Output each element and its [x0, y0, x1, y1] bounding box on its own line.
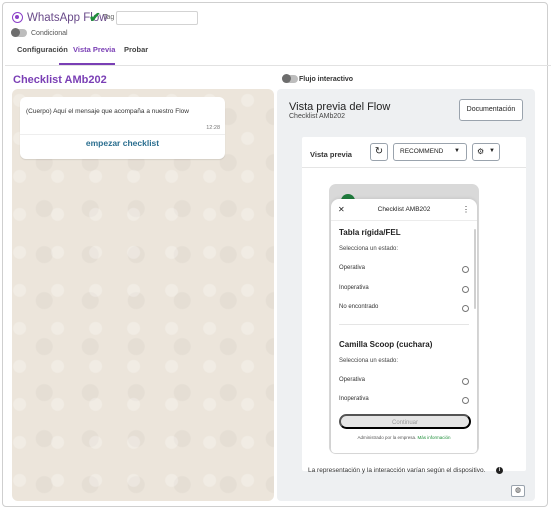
device-footnote: La representación y la interacción varía…: [308, 467, 486, 474]
tabs-divider: [5, 65, 551, 66]
start-checklist-button[interactable]: empezar checklist: [20, 138, 225, 148]
card-divider: [302, 167, 526, 168]
option-label: Operativa: [339, 377, 366, 383]
preview-title: Vista previa del Flow: [289, 101, 391, 113]
page-title: Checklist AMb202: [13, 74, 107, 86]
option-label: Operativa: [339, 265, 366, 271]
radio-button[interactable]: [462, 397, 469, 404]
message-text: (Cuerpo) Aquí el mensaje que acompaña a …: [26, 108, 189, 115]
scrollbar[interactable]: [474, 229, 476, 309]
check-icon: ✔: [89, 9, 101, 25]
interactive-flow-toggle[interactable]: [282, 74, 298, 83]
more-info-link[interactable]: Más información: [418, 435, 451, 440]
question-divider: [339, 324, 469, 325]
chevron-down-icon: ▼: [489, 148, 495, 154]
flow-sheet: ✕ Checklist AMB202 ⋮ Tabla rígida/FEL Se…: [331, 199, 477, 453]
settings-button[interactable]: ⚙ ▼: [472, 143, 500, 161]
interactive-flow-label: Flujo interactivo: [299, 76, 354, 83]
globe-icon: ◍: [514, 487, 522, 494]
mode-select-value: RECOMMEND: [400, 148, 444, 155]
option-label: Inoperativa: [339, 285, 369, 291]
preview-card: Vista previa ↻ RECOMMEND ▼ ⚙ ▼ ✕ Checkli…: [302, 137, 526, 471]
question-prompt: Selecciona un estado:: [339, 246, 399, 252]
flow-preview-panel: Vista previa del Flow Checklist AMb202 D…: [277, 89, 535, 501]
refresh-icon: ↻: [374, 146, 384, 157]
question-prompt: Selecciona un estado:: [339, 358, 399, 364]
radio-option[interactable]: Operativa: [339, 377, 471, 387]
managed-notice: Administrado por la empresa. Más informa…: [331, 435, 477, 440]
mode-select[interactable]: RECOMMEND ▼: [393, 143, 467, 161]
refresh-button[interactable]: ↻: [370, 143, 388, 161]
documentation-button[interactable]: Documentación: [459, 99, 523, 121]
gear-icon: ⚙: [477, 147, 485, 156]
tab-probar[interactable]: Probar: [124, 45, 148, 54]
more-menu-icon[interactable]: ⋮: [462, 205, 470, 214]
conditional-label: Condicional: [31, 30, 68, 37]
managed-text: Administrado por la empresa.: [357, 435, 417, 440]
radio-option[interactable]: Inoperativa: [339, 396, 471, 406]
option-label: Inoperativa: [339, 396, 369, 402]
chat-preview-panel: (Cuerpo) Aquí el mensaje que acompaña a …: [12, 89, 274, 501]
message-time: 12:28: [206, 125, 220, 131]
radio-option[interactable]: Inoperativa: [339, 285, 471, 295]
bubble-divider: [20, 134, 225, 135]
whatsapp-icon: [12, 12, 23, 23]
tag-label: Tag: [103, 14, 115, 21]
radio-button[interactable]: [462, 286, 469, 293]
preview-card-label: Vista previa: [310, 150, 352, 159]
tab-vista-previa[interactable]: Vista Previa: [73, 45, 115, 54]
question-title: Camilla Scoop (cuchara): [339, 340, 433, 349]
chevron-down-icon: ▼: [454, 148, 460, 154]
question-title: Tabla rígida/FEL: [339, 228, 401, 237]
radio-option[interactable]: Operativa: [339, 265, 471, 275]
app-frame: WhatsApp Flow ✔ Tag Condicional Configur…: [2, 2, 551, 507]
continue-button[interactable]: Continuar: [339, 414, 471, 429]
sheet-title: Checklist AMB202: [377, 206, 431, 213]
option-label: No encontrado: [339, 304, 379, 310]
tag-input[interactable]: [116, 11, 198, 25]
info-icon[interactable]: i: [496, 467, 503, 474]
radio-button[interactable]: [462, 266, 469, 273]
sheet-header-divider: [331, 220, 477, 221]
tab-configuracion[interactable]: Configuración: [17, 45, 68, 54]
radio-button[interactable]: [462, 305, 469, 312]
radio-button[interactable]: [462, 378, 469, 385]
language-button[interactable]: ◍: [511, 485, 525, 497]
preview-subtitle: Checklist AMb202: [289, 113, 346, 120]
conditional-toggle[interactable]: [11, 28, 27, 37]
message-bubble: (Cuerpo) Aquí el mensaje que acompaña a …: [20, 97, 225, 159]
radio-option[interactable]: No encontrado: [339, 304, 471, 314]
